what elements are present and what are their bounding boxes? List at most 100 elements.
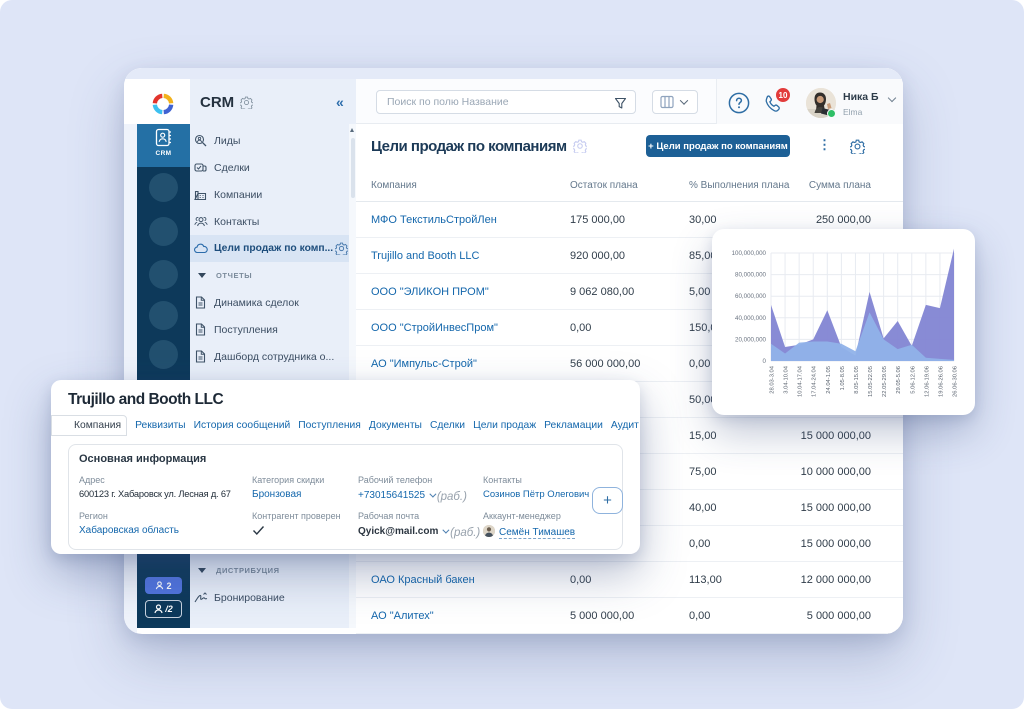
company-tab[interactable]: Поступления: [298, 420, 361, 431]
company-tab[interactable]: Цели продаж: [473, 420, 536, 431]
column-header[interactable]: Сумма плана: [789, 180, 871, 191]
nav-item[interactable]: Дашборд сотрудника о...: [190, 343, 356, 370]
nav-section-header[interactable]: ОТЧЕТЫ: [190, 262, 356, 289]
main-info-title: Основная информация: [79, 453, 206, 465]
collapse-sidebar-button[interactable]: «: [336, 94, 344, 110]
table-row[interactable]: ОАО Красный бакен0,00113,0012 000 000,00: [356, 562, 903, 598]
cell-value: 113,00: [689, 574, 789, 586]
sign-icon: [194, 591, 208, 605]
nav-section-header[interactable]: ДИСТРИБУЦИЯ: [190, 557, 356, 584]
rail-app-placeholder[interactable]: [149, 340, 178, 369]
company-link[interactable]: АО "Алитех": [356, 610, 570, 622]
field-region: Регион Хабаровская область: [79, 511, 179, 536]
email-value[interactable]: Qyick@mail.com: [358, 526, 438, 537]
field-value-link[interactable]: Бронзовая: [252, 489, 324, 500]
field-verified: Контрагент проверен: [252, 511, 341, 539]
svg-text:80,000,000: 80,000,000: [735, 272, 767, 279]
rail-app-placeholder[interactable]: [149, 260, 178, 289]
nav-item[interactable]: Поступления: [190, 316, 356, 343]
cell-value: 0,00: [689, 610, 789, 622]
chevron-down-icon[interactable]: [429, 491, 436, 498]
table-settings-gear-icon[interactable]: [850, 139, 865, 154]
nav-item[interactable]: Лиды: [190, 127, 356, 154]
filter-funnel-icon[interactable]: [614, 97, 627, 110]
rail-app-placeholder[interactable]: [149, 301, 178, 330]
contact-value-link[interactable]: Созинов Пётр Олегович: [483, 489, 589, 500]
company-link[interactable]: ООО "СтройИнвесПром": [356, 322, 570, 334]
page-title: Цели продаж по компаниям: [371, 138, 567, 155]
rail-app-placeholder[interactable]: [149, 173, 178, 202]
cell-value: 5 000 000,00: [570, 610, 689, 622]
field-label: Рабочая почта: [358, 511, 480, 521]
verified-checkmark: [252, 525, 341, 539]
region-value-link[interactable]: Хабаровская область: [79, 525, 179, 536]
contact-book-icon: [154, 128, 173, 147]
rail-crm-label: CRM: [137, 150, 190, 157]
nav-item-gear-icon[interactable]: [335, 242, 348, 260]
rail-item-crm[interactable]: CRM: [137, 124, 190, 167]
nav-item[interactable]: Цели продаж по комп...: [190, 235, 356, 262]
cell-value: 15,00: [689, 430, 789, 442]
column-header[interactable]: Компания: [356, 180, 570, 191]
add-contact-button[interactable]: +: [592, 487, 623, 514]
company-link[interactable]: АО "Импульс-Строй": [356, 358, 570, 370]
online-status-dot: [827, 109, 836, 118]
company-tab[interactable]: Реквизиты: [135, 420, 185, 431]
company-link[interactable]: ОАО Красный бакен: [356, 574, 570, 586]
company-tab[interactable]: Документы: [369, 420, 422, 431]
doc-icon: [194, 323, 208, 337]
manager-avatar: [483, 525, 495, 537]
elma-logo[interactable]: [152, 93, 174, 115]
nav-item[interactable]: Компании: [190, 181, 356, 208]
nav-item-label: Бронирование: [211, 592, 285, 604]
search-input[interactable]: [377, 91, 635, 113]
company-tab[interactable]: Компания: [51, 415, 127, 436]
nav-item[interactable]: Бронирование: [190, 584, 356, 611]
field-phone: Рабочий телефон +73015641525 (раб.): [358, 475, 467, 501]
cell-value: 920 000,00: [570, 250, 689, 262]
svg-text:3.04-10.04: 3.04-10.04: [784, 365, 790, 393]
manager-value-link[interactable]: Семён Тимашев: [499, 527, 575, 539]
company-tab[interactable]: Сделки: [430, 420, 465, 431]
column-header[interactable]: % Выполнения плана: [689, 180, 789, 191]
scroll-thumb[interactable]: [351, 138, 355, 198]
page-title-gear-icon[interactable]: [573, 139, 587, 153]
rail-app-placeholder[interactable]: [149, 217, 178, 246]
field-contacts: Контакты Созинов Пётр Олегович: [483, 475, 589, 500]
cell-value: 12 000 000,00: [789, 574, 871, 586]
rail-licenses-badge[interactable]: /2: [145, 600, 182, 618]
chevron-down-icon[interactable]: [443, 527, 450, 534]
cell-value: 15 000 000,00: [789, 430, 871, 442]
scroll-up-arrow[interactable]: [350, 128, 354, 132]
nav-item[interactable]: Контакты: [190, 208, 356, 235]
column-header[interactable]: Остаток плана: [570, 180, 689, 191]
table-row[interactable]: АО "Алитех"5 000 000,000,005 000 000,00: [356, 598, 903, 634]
company-tab[interactable]: История сообщений: [194, 420, 291, 431]
rail-users-badge[interactable]: 2: [145, 577, 182, 594]
svg-text:12.06-19.06: 12.06-19.06: [924, 366, 930, 397]
nav-item[interactable]: Динамика сделок: [190, 289, 356, 316]
nav-title-gear-icon[interactable]: [240, 96, 253, 109]
field-label: Аккаунт-менеджер: [483, 511, 575, 521]
rail-licenses-count: /2: [165, 604, 173, 614]
user-name[interactable]: Ника Б: [843, 91, 879, 103]
add-sales-goal-button[interactable]: + Цели продаж по компаниям: [646, 135, 790, 157]
cell-value: 40,00: [689, 502, 789, 514]
nav-item[interactable]: Сделки: [190, 154, 356, 181]
nav-app-title: CRM: [200, 94, 234, 111]
nav-item-label: Динамика сделок: [211, 297, 299, 309]
company-link[interactable]: Trujillo and Booth LLC: [356, 250, 570, 262]
svg-text:28.03-3.04: 28.03-3.04: [770, 365, 776, 393]
help-icon[interactable]: [728, 92, 750, 114]
nav-item-label: Лиды: [211, 135, 240, 147]
more-actions-button[interactable]: ⋮: [818, 138, 831, 151]
company-tab[interactable]: Аудит: [611, 420, 639, 431]
page: CRM 2 /2: [0, 0, 1024, 709]
view-columns-button[interactable]: [652, 90, 698, 114]
company-tab[interactable]: Рекламации: [544, 420, 603, 431]
svg-text:100,000,000: 100,000,000: [732, 250, 767, 257]
phone-value-link[interactable]: +73015641525: [358, 490, 425, 501]
company-link[interactable]: МФО ТекстильСтройЛен: [356, 214, 570, 226]
company-link[interactable]: ООО "ЭЛИКОН ПРОМ": [356, 286, 570, 298]
contact-icon: [194, 215, 208, 229]
